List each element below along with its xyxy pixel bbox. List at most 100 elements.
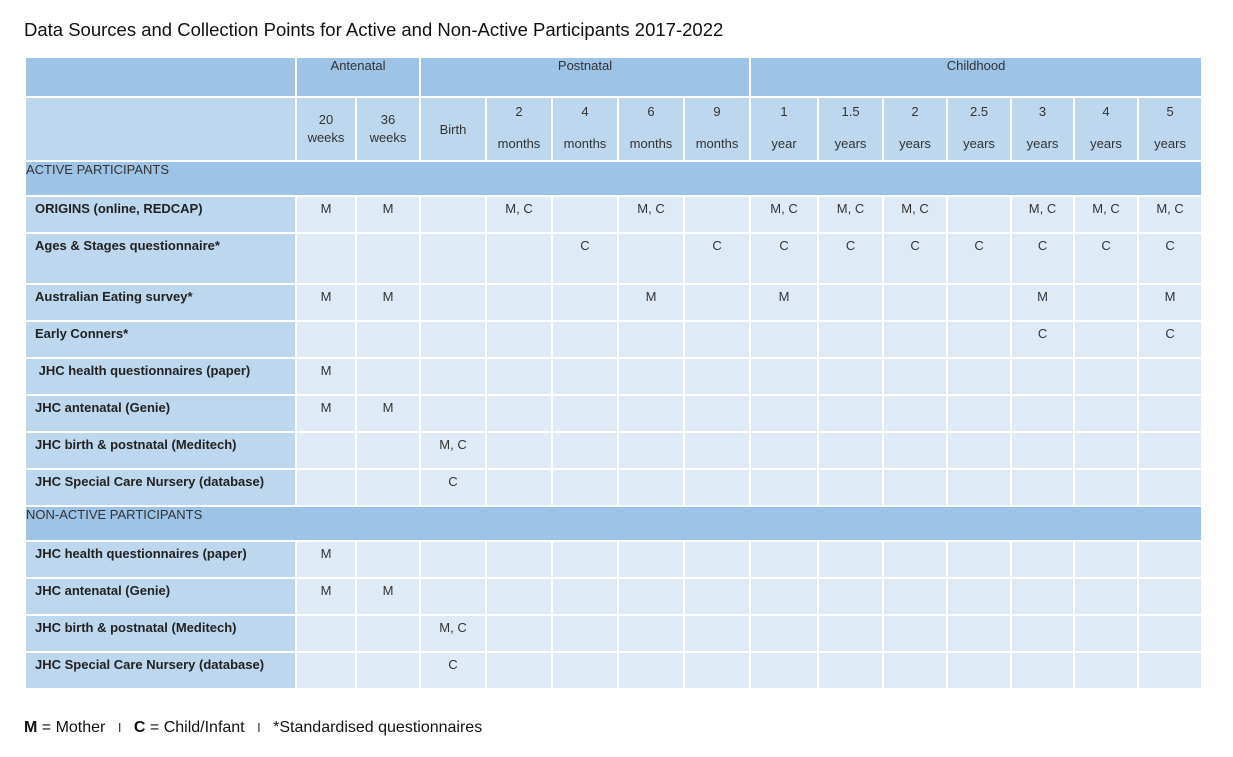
collection-cell: C <box>419 468 487 507</box>
timepoint-unit: months <box>563 136 607 151</box>
collection-cell <box>551 651 619 690</box>
collection-cell <box>617 320 685 359</box>
collection-cell <box>551 577 619 616</box>
collection-cell <box>551 540 619 579</box>
collection-cell <box>749 651 820 690</box>
collection-cell <box>551 357 619 396</box>
timepoint-value: 2 <box>515 104 523 119</box>
collection-cell <box>682 394 752 433</box>
collection-cell <box>817 320 885 359</box>
data-source-label: Early Conners* <box>24 320 297 359</box>
legend-child-key: C <box>133 719 146 736</box>
collection-cell <box>355 651 421 690</box>
collection-cell <box>485 232 553 285</box>
collection-cell <box>1073 283 1140 322</box>
legend-separator: I <box>257 720 261 735</box>
collection-cell <box>419 195 487 234</box>
collection-cell <box>682 357 752 396</box>
collection-cell <box>882 651 949 690</box>
timepoint-value: 6 <box>647 104 655 119</box>
collection-cell <box>682 283 752 322</box>
collection-cell <box>551 320 619 359</box>
collection-cell <box>817 431 885 470</box>
collection-cell <box>1073 577 1140 616</box>
collection-cell: M <box>295 195 357 234</box>
collection-cell <box>355 614 421 653</box>
timepoint-unit: years <box>899 136 931 151</box>
collection-cell <box>817 614 885 653</box>
phase-header-blank <box>24 56 297 98</box>
timepoint-header: 1.5 years <box>817 96 885 162</box>
collection-cell: M <box>295 577 357 616</box>
timepoint-header: 6 months <box>617 96 685 162</box>
collection-cell <box>485 394 553 433</box>
collection-cell: C <box>749 232 820 285</box>
timepoint-value: 1.5 <box>841 104 860 119</box>
timepoint-unit: years <box>1154 136 1186 151</box>
collection-cell <box>1137 614 1204 653</box>
timepoint-value: 2.5 <box>969 104 989 119</box>
data-source-label: JHC health questionnaires (paper) <box>24 540 297 579</box>
section-header-row: ACTIVE PARTICIPANTS <box>23 160 1204 197</box>
timepoint-unit: weeks <box>307 130 345 145</box>
collection-cell <box>946 468 1013 507</box>
timepoint-unit: years <box>963 136 995 151</box>
collection-cell <box>485 651 553 690</box>
collection-cell <box>1073 651 1140 690</box>
collection-cell <box>682 431 752 470</box>
collection-cell <box>551 283 619 322</box>
collection-cell: M, C <box>1137 195 1204 234</box>
collection-cell <box>617 540 685 579</box>
timepoint-header: 36 weeks <box>355 96 421 162</box>
collection-cell: C <box>682 232 752 285</box>
collection-cell <box>1073 468 1140 507</box>
data-source-label: JHC antenatal (Genie) <box>24 394 297 433</box>
timepoint-header: 2.5 years <box>946 96 1013 162</box>
data-source-label: JHC antenatal (Genie) <box>24 577 297 616</box>
data-source-label: JHC Special Care Nursery (database) <box>24 468 297 507</box>
collection-cell <box>355 431 421 470</box>
collection-cell: C <box>1073 232 1140 285</box>
collection-cell <box>485 614 553 653</box>
collection-cell <box>1137 468 1204 507</box>
table-row: JHC birth & postnatal (Meditech) M, C <box>24 614 1204 653</box>
collection-cell <box>1137 357 1204 396</box>
collection-cell <box>749 540 820 579</box>
collection-cell <box>485 283 553 322</box>
data-source-label: Ages & Stages questionnaire* <box>24 232 297 285</box>
collection-cell <box>551 431 619 470</box>
collection-cell <box>817 468 885 507</box>
collection-cell <box>1073 357 1140 396</box>
timepoint-header: 4 months <box>551 96 619 162</box>
timepoint-unit: months <box>497 136 541 151</box>
collection-cell <box>946 540 1013 579</box>
collection-cell: M, C <box>1010 195 1076 234</box>
timepoint-unit: years <box>1090 136 1122 151</box>
timepoint-value: 4 <box>1102 104 1110 119</box>
collection-cell <box>1010 651 1076 690</box>
collection-cell <box>946 577 1013 616</box>
collection-cell: M <box>295 394 357 433</box>
collection-cell <box>419 394 487 433</box>
collection-cell <box>551 468 619 507</box>
collection-cell <box>295 468 357 507</box>
section-header-row: NON-ACTIVE PARTICIPANTS <box>23 505 1204 542</box>
collection-cell <box>1010 394 1076 433</box>
section-header: NON-ACTIVE PARTICIPANTS <box>23 505 1204 542</box>
timepoint-unit: years <box>1026 136 1059 151</box>
collection-cell <box>617 394 685 433</box>
collection-cell: M <box>355 283 421 322</box>
collection-cell <box>749 614 820 653</box>
collection-cell <box>749 468 820 507</box>
collection-cell: M, C <box>485 195 553 234</box>
collection-cell <box>749 357 820 396</box>
collection-cell: M, C <box>419 614 487 653</box>
timepoint-unit: year <box>771 136 797 151</box>
collection-cell <box>551 394 619 433</box>
table-body: ACTIVE PARTICIPANTS ORIGINS (online, REDC… <box>23 160 1204 690</box>
collection-cell <box>946 283 1013 322</box>
data-source-label: JHC birth & postnatal (Meditech) <box>24 614 297 653</box>
data-source-label: Australian Eating survey* <box>24 283 297 322</box>
collection-cell: M, C <box>419 431 487 470</box>
collection-cell <box>485 357 553 396</box>
